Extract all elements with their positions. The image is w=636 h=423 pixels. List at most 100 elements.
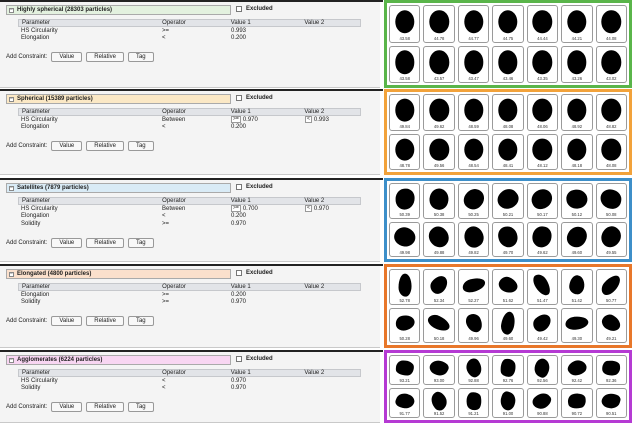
particle-thumbnail[interactable]: 50.39 xyxy=(389,183,421,219)
tag-button[interactable]: Tag xyxy=(127,402,154,412)
operator-cell[interactable]: >= xyxy=(159,28,228,34)
particle-thumbnail[interactable]: 44.21 xyxy=(561,5,593,43)
value1-cell[interactable]: 0.970 xyxy=(228,221,302,227)
particle-thumbnail[interactable]: 43.35 xyxy=(526,45,559,83)
particle-thumbnail[interactable]: 52.78 xyxy=(389,269,421,305)
value-button[interactable]: Value xyxy=(51,52,83,62)
excluded-toggle[interactable]: Excluded xyxy=(236,356,273,362)
param-cell[interactable]: Solidity xyxy=(18,221,159,227)
excluded-toggle[interactable]: Excluded xyxy=(236,184,273,190)
particle-thumbnail[interactable]: 48.08 xyxy=(595,133,627,170)
particle-thumbnail[interactable]: 92.88 xyxy=(457,355,490,385)
particle-thumbnail[interactable]: 51.42 xyxy=(561,269,593,305)
value1-cell[interactable]: 0.970 xyxy=(228,378,302,384)
table-row[interactable]: HS Circularity <0.970 xyxy=(18,377,361,385)
value1-cell[interactable]: 0.200 xyxy=(228,124,302,130)
particle-thumbnail[interactable]: 48.78 xyxy=(389,133,421,170)
value-button[interactable]: Value xyxy=(51,402,83,412)
class-header[interactable]: − Highly spherical (28303 particles) xyxy=(6,5,231,15)
table-row[interactable]: HS Circularity Between >= 0.700 <0.970 xyxy=(18,205,361,213)
excluded-checkbox[interactable] xyxy=(236,95,242,101)
class-header[interactable]: − Elongated (4800 particles) xyxy=(6,269,231,279)
value2-operator[interactable]: < xyxy=(305,205,312,213)
particle-thumbnail[interactable]: 49.98 xyxy=(389,221,421,257)
value1-cell[interactable]: 0.970 xyxy=(228,385,302,391)
particle-thumbnail[interactable]: 48.54 xyxy=(457,133,490,170)
collapse-icon[interactable]: − xyxy=(9,185,14,191)
particle-thumbnail[interactable]: 50.38 xyxy=(423,183,455,219)
param-cell[interactable]: HS Circularity xyxy=(18,206,159,212)
particle-thumbnail[interactable]: 43.46 xyxy=(492,45,524,83)
particle-thumbnail[interactable]: 90.72 xyxy=(561,388,593,418)
value2-cell[interactable]: <0.993 xyxy=(302,116,361,124)
operator-cell[interactable]: < xyxy=(159,35,228,41)
particle-thumbnail[interactable]: 48.82 xyxy=(595,94,627,131)
excluded-toggle[interactable]: Excluded xyxy=(236,270,273,276)
tag-button[interactable]: Tag xyxy=(127,237,154,248)
particle-thumbnail[interactable]: 91.00 xyxy=(492,388,524,418)
value1-cell[interactable]: 0.200 xyxy=(228,213,302,219)
particle-thumbnail[interactable]: 49.82 xyxy=(457,221,490,257)
collapse-icon[interactable]: − xyxy=(9,271,14,277)
particle-thumbnail[interactable]: 50.08 xyxy=(595,183,627,219)
particle-thumbnail[interactable]: 44.75 xyxy=(492,5,524,43)
table-row[interactable]: Elongation <0.200 xyxy=(18,213,361,221)
particle-thumbnail[interactable]: 43.26 xyxy=(561,45,593,83)
value1-operator[interactable]: >= xyxy=(231,205,241,213)
particle-thumbnail[interactable]: 50.77 xyxy=(595,269,627,305)
particle-thumbnail[interactable]: 90.88 xyxy=(526,388,559,418)
particle-thumbnail[interactable]: 93.21 xyxy=(389,355,421,385)
particle-thumbnail[interactable]: 48.18 xyxy=(561,133,593,170)
particle-thumbnail[interactable]: 43.47 xyxy=(457,45,490,83)
value1-cell[interactable]: 0.200 xyxy=(228,292,302,298)
operator-cell[interactable]: < xyxy=(159,385,228,391)
particle-thumbnail[interactable]: 49.62 xyxy=(423,94,455,131)
param-cell[interactable]: Elongation xyxy=(18,213,159,219)
particle-thumbnail[interactable]: 48.08 xyxy=(492,94,524,131)
particle-thumbnail[interactable]: 43.58 xyxy=(389,5,421,43)
particle-thumbnail[interactable]: 44.08 xyxy=(595,5,627,43)
table-row[interactable]: Elongation <0.200 xyxy=(18,124,361,132)
particle-thumbnail[interactable]: 43.57 xyxy=(423,45,455,83)
particle-thumbnail[interactable]: 92.56 xyxy=(526,355,559,385)
particle-thumbnail[interactable]: 48.59 xyxy=(457,94,490,131)
tag-button[interactable]: Tag xyxy=(127,141,154,151)
particle-thumbnail[interactable]: 49.42 xyxy=(526,307,559,343)
relative-button[interactable]: Relative xyxy=(86,237,124,248)
table-row[interactable]: Elongation <0.200 xyxy=(18,35,361,43)
particle-thumbnail[interactable]: 48.12 xyxy=(526,133,559,170)
particle-thumbnail[interactable]: 43.58 xyxy=(389,45,421,83)
particle-thumbnail[interactable]: 49.96 xyxy=(457,307,490,343)
param-cell[interactable]: Elongation xyxy=(18,292,159,298)
operator-cell[interactable]: Between xyxy=(159,206,228,212)
class-header[interactable]: − Spherical (15389 particles) xyxy=(6,94,231,104)
param-cell[interactable]: Solidity xyxy=(18,385,159,391)
param-cell[interactable]: Solidity xyxy=(18,299,159,305)
relative-button[interactable]: Relative xyxy=(86,52,124,62)
particle-thumbnail[interactable]: 50.21 xyxy=(492,183,524,219)
particle-thumbnail[interactable]: 48.41 xyxy=(492,133,524,170)
particle-thumbnail[interactable]: 51.62 xyxy=(492,269,524,305)
particle-thumbnail[interactable]: 44.78 xyxy=(423,5,455,43)
collapse-icon[interactable]: − xyxy=(9,96,14,102)
particle-thumbnail[interactable]: 52.27 xyxy=(457,269,490,305)
particle-thumbnail[interactable]: 91.77 xyxy=(389,388,421,418)
operator-cell[interactable]: Between xyxy=(159,117,228,123)
class-header[interactable]: − Agglomerates (6224 particles) xyxy=(6,355,231,365)
particle-thumbnail[interactable]: 50.28 xyxy=(389,307,421,343)
param-cell[interactable]: HS Circularity xyxy=(18,117,159,123)
particle-thumbnail[interactable]: 48.92 xyxy=(561,94,593,131)
param-cell[interactable]: HS Circularity xyxy=(18,378,159,384)
operator-cell[interactable]: >= xyxy=(159,221,228,227)
particle-thumbnail[interactable]: 49.60 xyxy=(492,307,524,343)
value1-cell[interactable]: 0.993 xyxy=(228,28,302,34)
particle-thumbnail[interactable]: 51.47 xyxy=(526,269,559,305)
particle-thumbnail[interactable]: 48.06 xyxy=(526,94,559,131)
value-button[interactable]: Value xyxy=(51,316,83,326)
particle-thumbnail[interactable]: 93.00 xyxy=(423,355,455,385)
table-row[interactable]: Solidity >= 0.970 xyxy=(18,220,361,228)
particle-thumbnail[interactable]: 49.60 xyxy=(561,221,593,257)
excluded-checkbox[interactable] xyxy=(236,184,242,190)
particle-thumbnail[interactable]: 49.88 xyxy=(423,221,455,257)
param-cell[interactable]: Elongation xyxy=(18,35,159,41)
